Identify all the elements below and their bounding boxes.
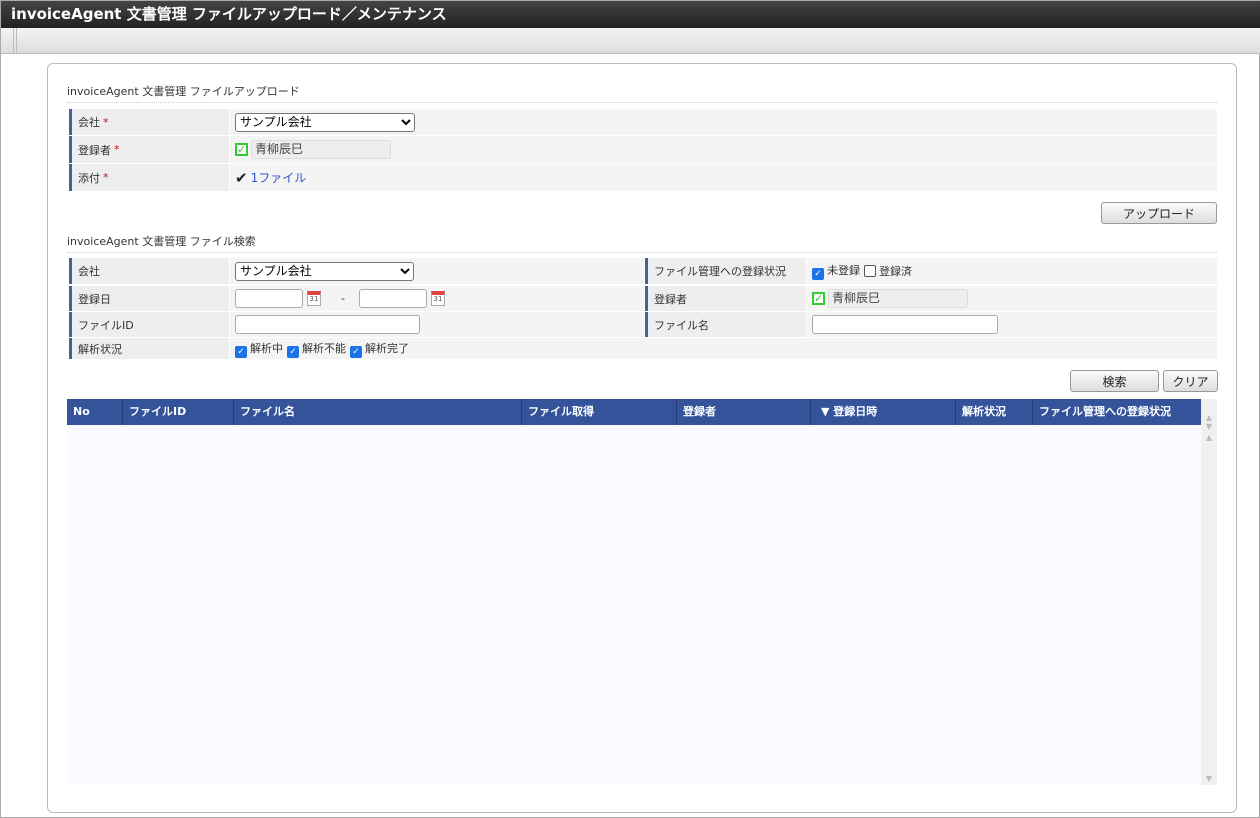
option-label: 登録済	[879, 265, 912, 278]
attached-files-link[interactable]: 1ファイル	[251, 169, 307, 186]
regstatus-cell: ✓ 未登録 登録済	[807, 258, 1217, 284]
table-scrollbar[interactable]: ▲ ▼ ▲ ▼	[1201, 399, 1217, 785]
upload-company-select[interactable]: サンプル会社	[235, 112, 415, 132]
toolbar-separator	[13, 28, 17, 54]
results-table-body	[67, 425, 1201, 785]
label-text: 会社	[78, 116, 100, 129]
option-label: 解析完了	[365, 341, 409, 355]
date-label: 登録日	[69, 286, 229, 311]
column-header-registrant[interactable]: 登録者	[677, 399, 811, 425]
date-cell: 31 - 31	[230, 286, 644, 311]
label-text: 登録者	[78, 143, 111, 157]
option-label: 未登録	[827, 264, 860, 277]
analysis-label: 解析状況	[69, 338, 229, 359]
column-header-analysis-status[interactable]: 解析状況	[956, 399, 1033, 425]
required-mark: *	[114, 143, 120, 156]
date-separator: -	[341, 292, 345, 305]
upload-registrant-field: 青柳辰巳	[251, 140, 391, 159]
column-header-file-id[interactable]: ファイルID	[123, 399, 234, 425]
search-button[interactable]: 検索	[1070, 370, 1159, 392]
checkbox-checked-icon: ✓	[812, 268, 824, 280]
checkbox-checked-icon: ✓	[350, 345, 362, 358]
user-check-icon[interactable]: ✓	[812, 292, 825, 305]
fileid-input[interactable]	[235, 315, 420, 334]
checkmark-icon: ✔	[235, 168, 248, 187]
results-table-header: No ファイルID ファイル名 ファイル取得 登録者 ▼ 登録日時 解析状況 フ…	[67, 399, 1201, 425]
analysis-failed-checkbox[interactable]: ✓ 解析不能	[287, 340, 346, 358]
calendar-icon[interactable]: 31	[307, 291, 321, 306]
clear-button[interactable]: クリア	[1163, 370, 1218, 392]
option-label: 解析中	[250, 341, 283, 355]
upload-company-cell: サンプル会社	[230, 109, 1217, 135]
upload-registrant-cell: ✓ 青柳辰巳	[230, 136, 1217, 163]
search-registrant-field: 青柳辰巳	[828, 289, 968, 308]
search-registrant-label: 登録者	[645, 286, 806, 311]
window-title: invoiceAgent 文書管理 ファイルアップロード／メンテナンス	[1, 1, 1260, 28]
date-from-input[interactable]	[235, 289, 303, 308]
label-text: 添付	[78, 171, 100, 185]
fileid-cell	[230, 312, 644, 337]
upload-registrant-label: 登録者 *	[69, 136, 229, 163]
regstatus-label: ファイル管理への登録状況	[645, 258, 806, 284]
toolbar	[1, 28, 1260, 54]
filename-label: ファイル名	[645, 312, 806, 337]
calendar-icon[interactable]: 31	[430, 291, 445, 306]
user-check-icon[interactable]: ✓	[235, 143, 248, 156]
filename-input[interactable]	[812, 315, 998, 334]
checkbox-unchecked-icon	[864, 265, 876, 277]
filename-cell	[807, 312, 1217, 337]
search-registrant-cell: ✓ 青柳辰巳	[807, 286, 1217, 311]
column-header-registration-status[interactable]: ファイル管理への登録状況	[1033, 399, 1201, 425]
column-header-no[interactable]: No	[67, 399, 123, 425]
upload-attach-label: 添付 *	[69, 164, 229, 191]
scroll-down-icon[interactable]: ▼	[1201, 422, 1217, 431]
search-company-label: 会社	[69, 258, 229, 284]
search-section-title: invoiceAgent 文書管理 ファイル検索	[67, 233, 1217, 253]
regstatus-registered-checkbox[interactable]: 登録済	[864, 263, 912, 279]
upload-button[interactable]: アップロード	[1101, 202, 1217, 224]
upload-attach-cell: ✔ 1ファイル	[230, 164, 1217, 191]
column-header-file-get[interactable]: ファイル取得	[522, 399, 677, 425]
analysis-in-progress-checkbox[interactable]: ✓ 解析中	[235, 340, 283, 358]
option-label: 解析不能	[302, 341, 346, 355]
date-to-input[interactable]	[358, 289, 427, 308]
upload-section-title: invoiceAgent 文書管理 ファイルアップロード	[67, 83, 1217, 103]
upload-company-label: 会社 *	[69, 109, 229, 135]
search-company-select[interactable]: サンプル会社	[235, 261, 414, 281]
scroll-up-icon[interactable]: ▲	[1201, 413, 1217, 422]
fileid-label: ファイルID	[69, 312, 229, 337]
required-mark: *	[103, 115, 109, 129]
checkbox-checked-icon: ✓	[235, 345, 247, 358]
checkbox-checked-icon: ✓	[287, 345, 299, 358]
scroll-down-icon[interactable]: ▼	[1201, 774, 1217, 783]
analysis-complete-checkbox[interactable]: ✓ 解析完了	[350, 340, 409, 358]
search-company-cell: サンプル会社	[230, 258, 644, 284]
required-mark: *	[103, 171, 109, 184]
analysis-cell: ✓ 解析中 ✓ 解析不能 ✓ 解析完了	[230, 338, 1217, 359]
scroll-up-icon[interactable]: ▲	[1201, 433, 1217, 442]
regstatus-unregistered-checkbox[interactable]: ✓ 未登録	[812, 262, 860, 280]
column-header-registered-at[interactable]: ▼ 登録日時	[811, 399, 956, 425]
column-header-file-name[interactable]: ファイル名	[234, 399, 522, 425]
